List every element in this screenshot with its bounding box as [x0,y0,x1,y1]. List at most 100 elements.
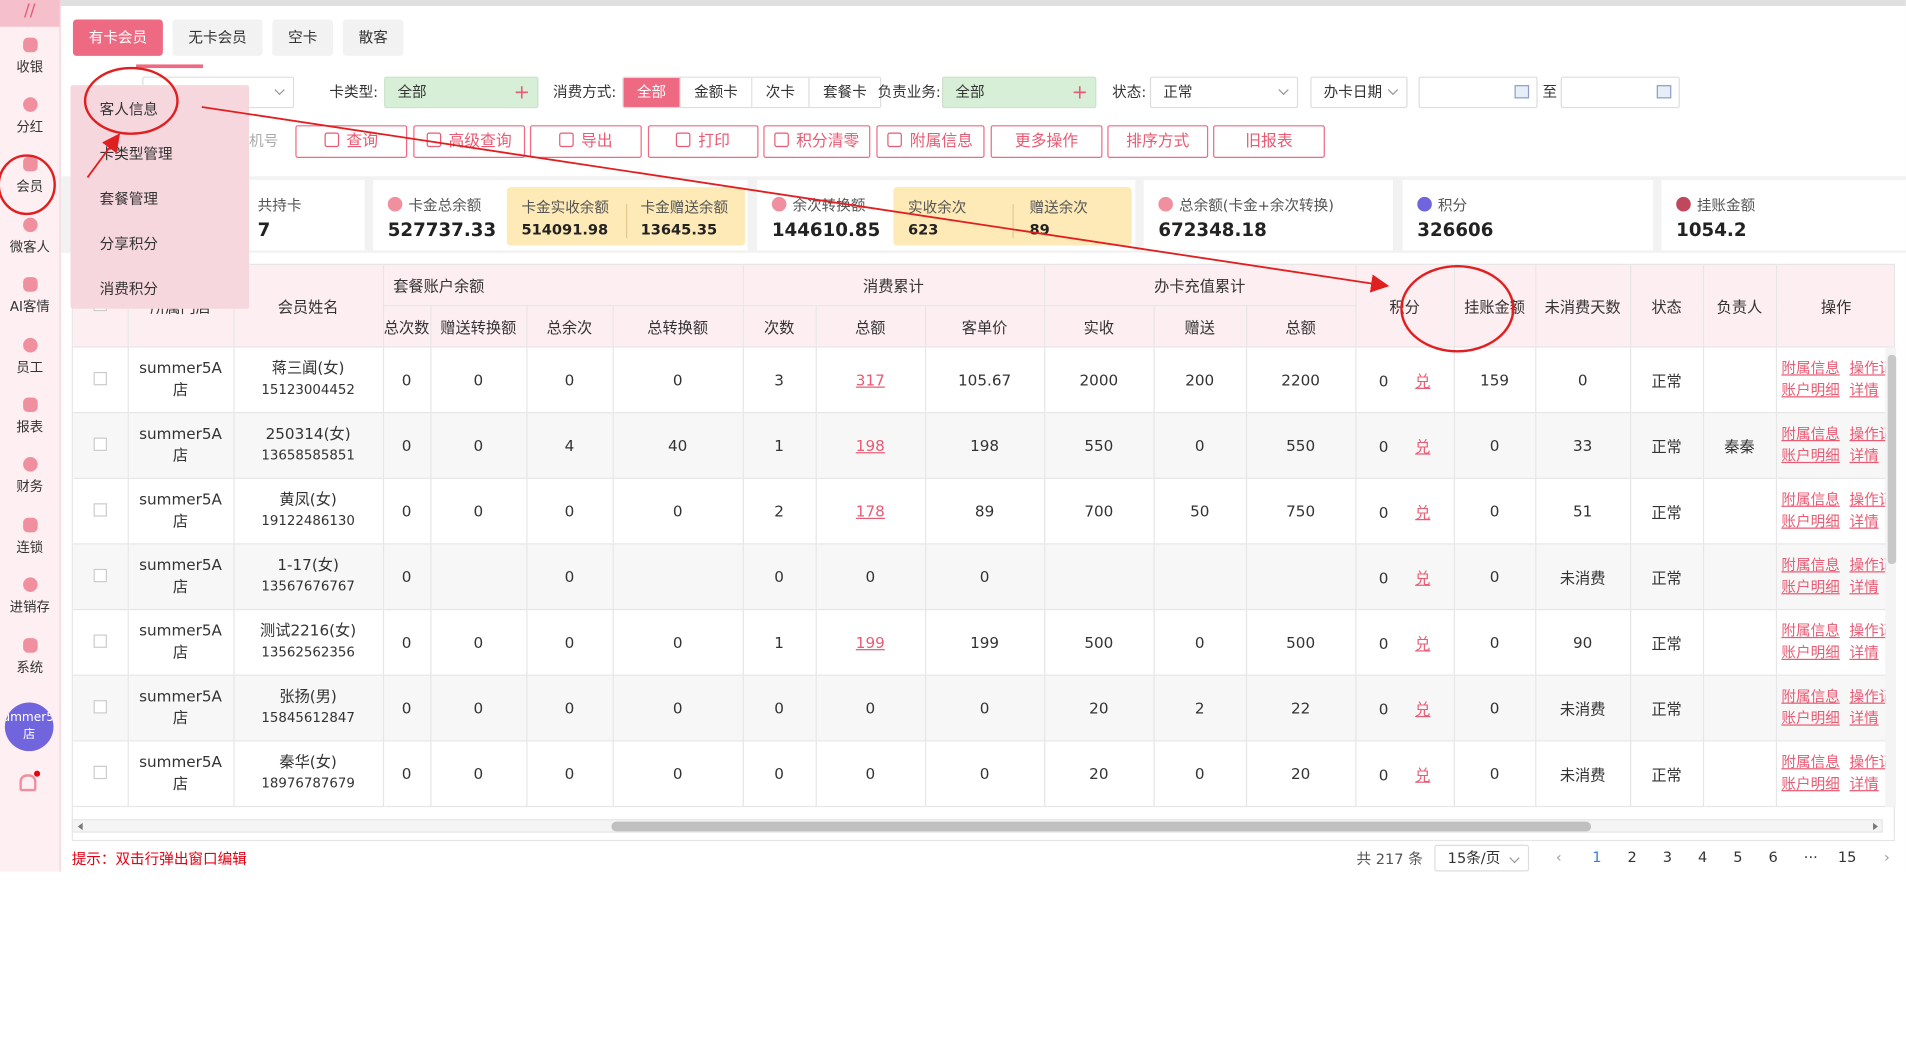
sidebar-item-finance[interactable]: 财务 [0,447,60,507]
more-actions-button[interactable]: 更多操作 [990,125,1103,159]
old-report-button[interactable]: 旧报表 [1213,125,1325,159]
sidebar-item-member[interactable]: 会员 [0,147,60,207]
date-start-input[interactable] [1418,76,1538,109]
phone-search-input[interactable]: 机号 [249,125,278,158]
date-end-input[interactable] [1560,76,1680,109]
detail-link[interactable]: 详情 [1849,447,1878,464]
detail-link[interactable]: 详情 [1849,382,1878,399]
attached-info-link[interactable]: 附属信息 [1781,622,1839,639]
consume-option-times[interactable]: 次卡 [752,77,810,107]
sidebar-item-inventory[interactable]: 进销存 [0,567,60,627]
exchange-link[interactable]: 兑 [1415,503,1430,521]
menu-item-guest-info[interactable]: 客人信息 [100,98,158,119]
plus-icon[interactable]: + [514,78,530,107]
tab-walk-in[interactable]: 散客 [342,19,404,56]
detail-link[interactable]: 详情 [1849,644,1878,661]
page-2[interactable]: 2 [1628,848,1637,865]
cell-c_total[interactable]: 178 [815,477,926,544]
page-5[interactable]: 5 [1733,848,1742,865]
account-detail-link[interactable]: 账户明细 [1781,775,1839,792]
page-4[interactable]: 4 [1698,848,1707,865]
row-checkbox[interactable] [72,412,129,479]
menu-item-share-points[interactable]: 分享积分 [100,233,158,254]
menu-item-consume-points[interactable]: 消费积分 [100,278,158,299]
page-8[interactable]: 15 [1838,848,1857,865]
table-row[interactable]: summer5A店 张扬(男) 15845612847 0 0 0 0 0 0 0 20 2 22 0 兑 0… [72,674,1894,741]
plus-icon[interactable]: + [1072,78,1088,107]
consume-option-all[interactable]: 全部 [623,77,681,107]
exchange-link[interactable]: 兑 [1415,371,1430,389]
table-row[interactable]: summer5A店 蒋三阗(女) 15123004452 0 0 0 0 3 317 105.67… [72,346,1894,413]
attached-info-link[interactable]: 附属信息 [1781,491,1839,508]
sidebar-item-system[interactable]: 系统 [0,627,60,687]
row-checkbox[interactable] [72,346,129,413]
scroll-left-icon[interactable] [77,822,83,831]
print-button[interactable]: 打印 [647,125,759,159]
query-button[interactable]: 查询 [295,125,408,159]
exchange-link[interactable]: 兑 [1415,765,1430,783]
scroll-right-icon[interactable] [1873,822,1878,831]
sort-button[interactable]: 排序方式 [1107,125,1209,159]
detail-link[interactable]: 详情 [1849,513,1878,530]
sidebar-item-dividend[interactable]: 分红 [0,87,60,147]
account-detail-link[interactable]: 账户明细 [1781,513,1839,530]
sidebar-item-cashier[interactable]: 收银 [0,27,60,87]
vertical-scroll-thumb[interactable] [1887,354,1897,564]
account-detail-link[interactable]: 账户明细 [1781,644,1839,661]
advanced-query-button[interactable]: 高级查询 [413,125,526,159]
tab-card-member[interactable]: 有卡会员 [72,19,163,56]
prev-page-icon[interactable]: ‹ [1556,848,1562,865]
clear-points-button[interactable]: 积分清零 [763,125,871,159]
status-select[interactable]: 正常 [1149,76,1299,109]
sidebar-item-staff[interactable]: 员工 [0,327,60,387]
menu-item-package[interactable]: 套餐管理 [100,188,158,209]
table-row[interactable]: summer5A店 250314(女) 13658585851 0 0 4 40 1 198 19… [72,412,1894,479]
tab-empty-card[interactable]: 空卡 [272,19,334,56]
avatar[interactable]: summer5A店 [4,702,54,752]
business-select[interactable]: 全部 + [942,76,1097,109]
row-checkbox[interactable] [72,608,129,676]
consume-option-amount[interactable]: 金额卡 [680,77,753,107]
detail-link[interactable]: 详情 [1849,579,1878,596]
account-detail-link[interactable]: 账户明细 [1781,579,1839,596]
attached-info-link[interactable]: 附属信息 [1781,425,1839,442]
page-1[interactable]: 1 [1592,848,1601,865]
cell-c_total[interactable]: 198 [815,412,926,479]
detail-link[interactable]: 详情 [1849,710,1878,727]
page-size-select[interactable]: 15条/页 [1434,844,1530,872]
detail-link[interactable]: 详情 [1849,775,1878,792]
exchange-link[interactable]: 兑 [1415,700,1430,718]
sidebar-item-report[interactable]: 报表 [0,387,60,447]
next-page-icon[interactable]: › [1884,848,1890,865]
page-7[interactable]: ··· [1804,848,1818,865]
tab-no-card-member[interactable]: 无卡会员 [172,19,263,56]
attached-info-link[interactable]: 附属信息 [1781,557,1839,574]
cell-c_total[interactable]: 199 [815,608,926,676]
attached-info-link[interactable]: 附属信息 [1781,688,1839,705]
export-button[interactable]: 导出 [529,125,642,159]
exchange-link[interactable]: 兑 [1415,437,1430,455]
exchange-link[interactable]: 兑 [1415,634,1430,652]
row-checkbox[interactable] [72,740,129,807]
table-row[interactable]: summer5A店 测试2216(女) 13562562356 0 0 0 0 1 199 199… [72,608,1894,676]
account-detail-link[interactable]: 账户明细 [1781,710,1839,727]
account-detail-link[interactable]: 账户明细 [1781,447,1839,464]
exchange-link[interactable]: 兑 [1415,568,1430,586]
date-type-select[interactable]: 办卡日期 [1310,76,1408,109]
table-row[interactable]: summer5A店 黄凤(女) 19122486130 0 0 0 0 2 178 89 700 50… [72,477,1894,544]
sidebar-item-chain[interactable]: 连锁 [0,507,60,567]
cell-c_total[interactable]: 317 [815,346,926,413]
account-detail-link[interactable]: 账户明细 [1781,382,1839,399]
page-6[interactable]: 6 [1769,848,1778,865]
row-checkbox[interactable] [72,543,129,610]
table-row[interactable]: summer5A店 1-17(女) 13567676767 0 0 0 0 0 0 兑 0 未消费 正常… [72,543,1894,610]
horizontal-scroll-thumb[interactable] [611,821,1592,832]
attached-info-link[interactable]: 附属信息 [1781,754,1839,771]
menu-item-card-type[interactable]: 卡类型管理 [100,143,173,164]
consume-option-package[interactable]: 套餐卡 [809,77,881,107]
bell-icon[interactable] [19,770,41,792]
row-checkbox[interactable] [72,477,129,544]
attached-info-link[interactable]: 附属信息 [1781,360,1839,377]
row-checkbox[interactable] [72,674,129,741]
page-3[interactable]: 3 [1663,848,1672,865]
